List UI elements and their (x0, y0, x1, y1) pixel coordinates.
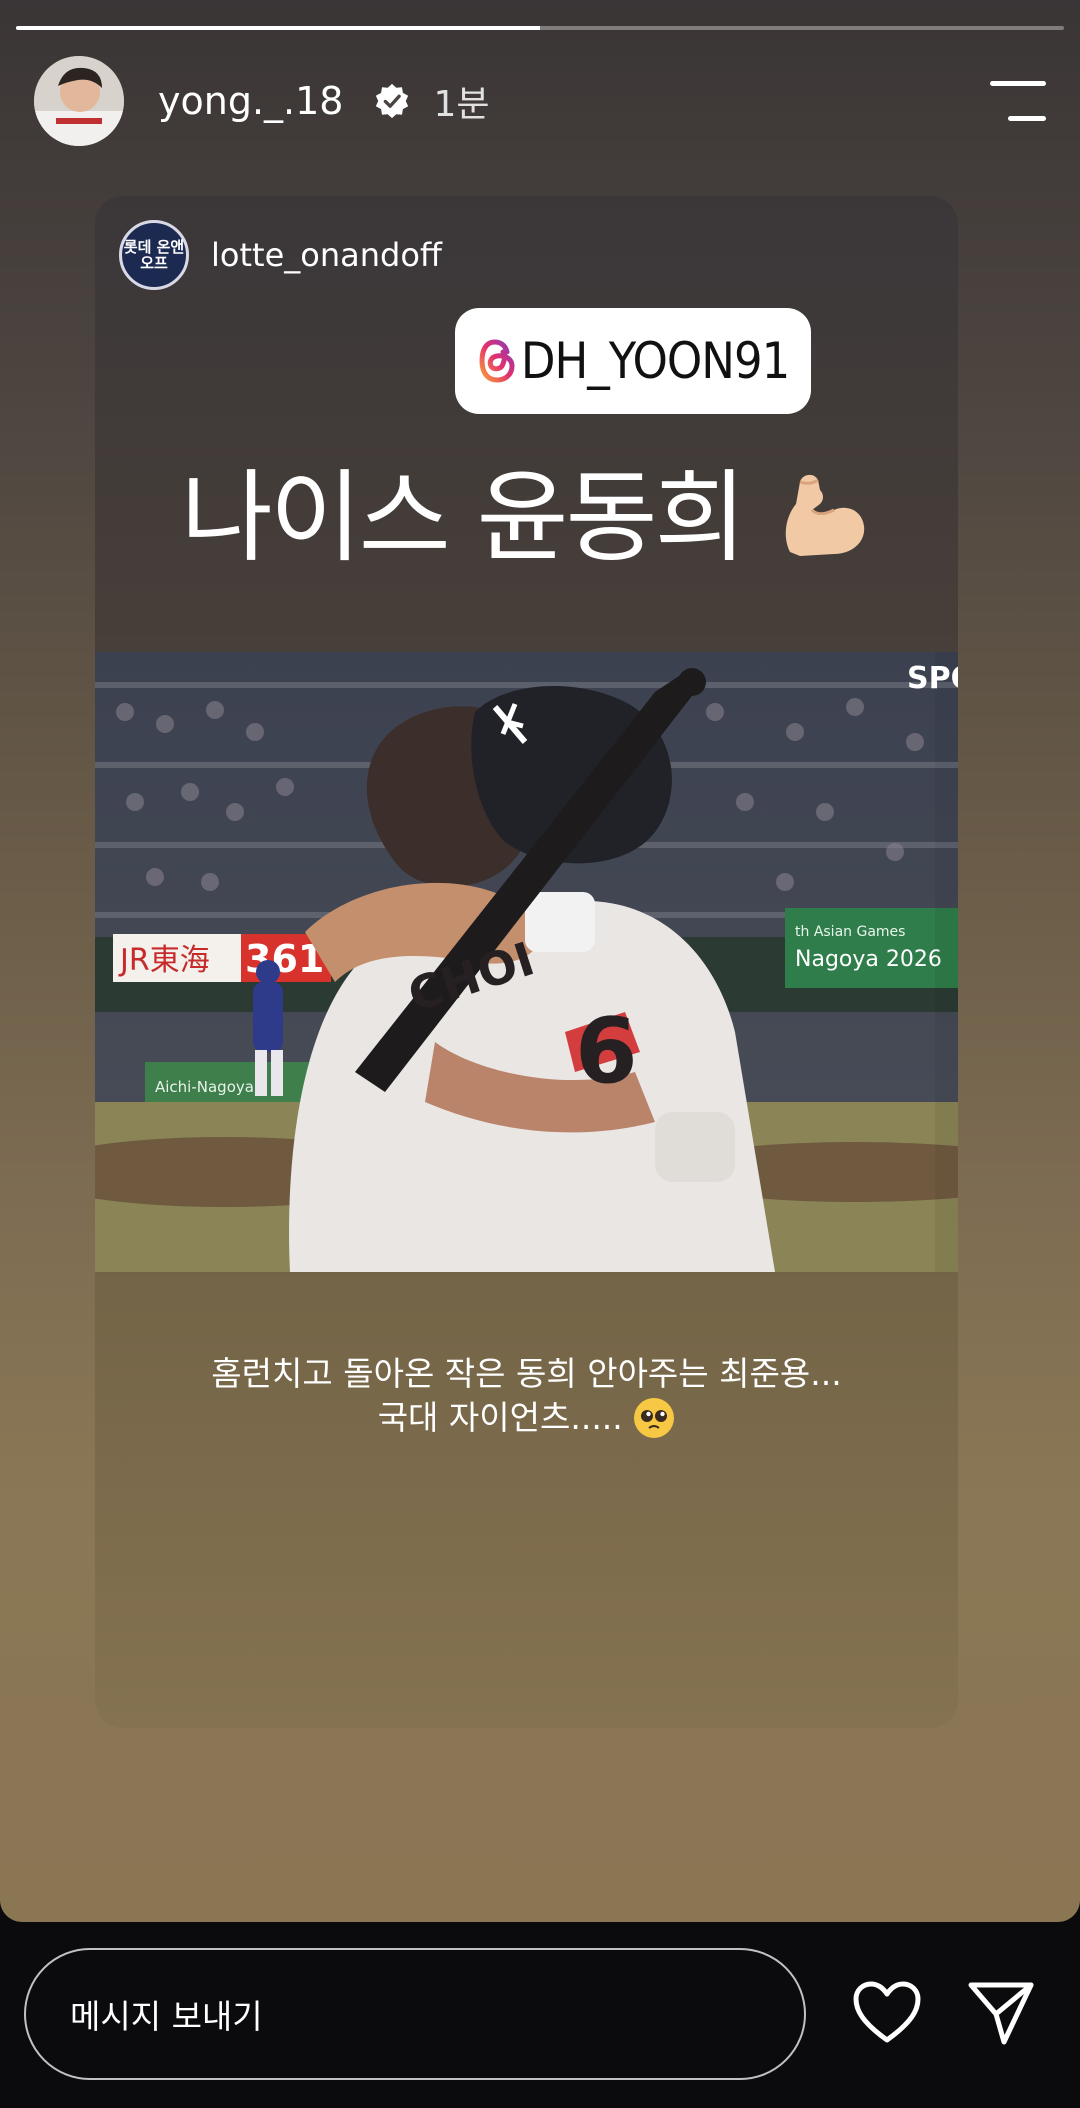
story-username[interactable]: yong._.18 (158, 79, 343, 123)
threads-icon (479, 339, 515, 383)
heart-icon[interactable] (852, 1980, 922, 2044)
send-icon[interactable] (966, 1980, 1036, 2046)
pleading-face-emoji-icon (634, 1398, 675, 1438)
story-timestamp: 1분 (433, 84, 490, 125)
broadcast-watermark: SPO (907, 661, 958, 696)
message-input[interactable]: 메시지 보내기 (24, 1948, 806, 2080)
flexed-biceps-emoji-icon (786, 474, 865, 556)
caption-line-1: 홈런치고 돌아온 작은 동희 안아주는 최준용... (211, 1354, 842, 1393)
video-thumbnail[interactable]: JR東海 361° th Asian Games Nagoya 2026 Aic… (95, 652, 958, 1272)
sign-asian-games: th Asian Games (795, 924, 905, 940)
sign-jr: JR東海 (118, 943, 210, 978)
shared-post-avatar[interactable]: 롯데 온앤오프 (119, 220, 189, 290)
shared-post-caption: 홈런치고 돌아온 작은 동희 안아주는 최준용... 국대 자이언츠..... (95, 1352, 958, 1440)
shared-post-header: 롯데 온앤오프 lotte_onandoff (119, 220, 442, 290)
story-progress-bar (16, 26, 1064, 30)
verified-badge-icon (376, 83, 409, 119)
shared-post-avatar-text: 롯데 온앤오프 (123, 238, 185, 272)
story-viewer[interactable]: yong._.18 1분 롯데 온앤오프 lotte_onandoff DH_Y… (0, 0, 1080, 1922)
shared-post-card[interactable]: 롯데 온앤오프 lotte_onandoff DH_YOON91 나이스 윤동희 (95, 196, 958, 1728)
mention-sticker[interactable]: DH_YOON91 (455, 308, 811, 414)
headline-text: 나이스 윤동희 (180, 459, 747, 576)
story-progress-fill (16, 26, 540, 30)
story-header: yong._.18 1분 (34, 56, 1046, 146)
avatar[interactable] (34, 56, 124, 146)
mention-handle: DH_YOON91 (520, 332, 790, 390)
caption-line-2: 국대 자이언츠..... (377, 1398, 623, 1437)
message-placeholder: 메시지 보내기 (70, 1997, 263, 2036)
story-headline: 나이스 윤동희 (95, 436, 958, 581)
caption-line-2-wrap: 국대 자이언츠..... (95, 1396, 958, 1440)
jersey-number: 6 (575, 999, 638, 1104)
menu-icon[interactable] (990, 81, 1046, 121)
sign-aichi: Aichi-Nagoya (155, 1078, 254, 1096)
story-footer: 메시지 보내기 (0, 1922, 1080, 2108)
sign-nagoya: Nagoya 2026 (795, 947, 942, 972)
shared-post-username[interactable]: lotte_onandoff (211, 236, 442, 274)
